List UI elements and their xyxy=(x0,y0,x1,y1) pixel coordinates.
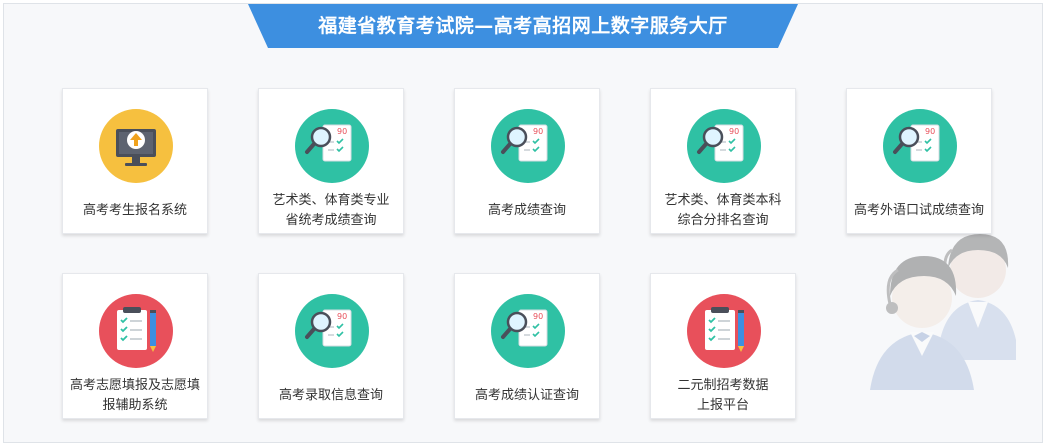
service-label: 高考志愿填报及志愿填 报辅助系统 xyxy=(69,378,200,413)
svg-text:90: 90 xyxy=(337,127,347,136)
score-magnifier-icon: 90 xyxy=(883,109,957,183)
svg-text:90: 90 xyxy=(729,127,739,136)
checklist-pencil-icon xyxy=(687,294,761,368)
tile-admission-query[interactable]: 90 高考录取信息查询 xyxy=(258,273,404,419)
checklist-pencil-icon xyxy=(99,294,173,368)
score-magnifier-icon: 90 xyxy=(295,294,369,368)
tile-art-sports-ranking[interactable]: 90 艺术类、体育类本科 综合分排名查询 xyxy=(650,88,796,234)
score-magnifier-icon: 90 xyxy=(687,109,761,183)
page-title: 福建省教育考试院—高考高招网上数字服务大厅 xyxy=(318,15,728,37)
service-label: 高考成绩查询 xyxy=(487,203,566,218)
tile-dual-system-data-report[interactable]: 二元制招考数据 上报平台 xyxy=(650,273,796,419)
tile-gaokao-registration[interactable]: 高考考生报名系统 xyxy=(62,88,208,234)
service-label: 高考考生报名系统 xyxy=(82,203,187,218)
score-magnifier-icon: 90 xyxy=(295,109,369,183)
service-label: 艺术类、体育类本科 综合分排名查询 xyxy=(664,193,782,228)
svg-text:90: 90 xyxy=(925,127,935,136)
tile-gaokao-score[interactable]: 90 高考成绩查询 xyxy=(454,88,600,234)
svg-text:90: 90 xyxy=(533,127,543,136)
svg-text:90: 90 xyxy=(337,312,347,321)
tile-score-certification[interactable]: 90 高考成绩认证查询 xyxy=(454,273,600,419)
score-magnifier-icon: 90 xyxy=(491,294,565,368)
service-label: 高考外语口试成绩查询 xyxy=(853,203,984,218)
service-label: 二元制招考数据 上报平台 xyxy=(677,378,769,413)
tile-volunteer-application[interactable]: 高考志愿填报及志愿填 报辅助系统 xyxy=(62,273,208,419)
page-banner: 福建省教育考试院—高考高招网上数字服务大厅 xyxy=(248,4,798,52)
service-label: 高考成绩认证查询 xyxy=(474,388,579,403)
svg-text:90: 90 xyxy=(533,312,543,321)
tile-foreign-oral-score[interactable]: 90 高考外语口试成绩查询 xyxy=(846,88,992,234)
customer-service-mascot-icon xyxy=(860,230,1030,405)
upload-monitor-icon xyxy=(99,109,173,183)
service-label: 艺术类、体育类专业 省统考成绩查询 xyxy=(272,193,390,228)
service-label: 高考录取信息查询 xyxy=(278,388,383,403)
tile-art-sports-exam-score[interactable]: 90 艺术类、体育类专业 省统考成绩查询 xyxy=(258,88,404,234)
score-magnifier-icon: 90 xyxy=(491,109,565,183)
